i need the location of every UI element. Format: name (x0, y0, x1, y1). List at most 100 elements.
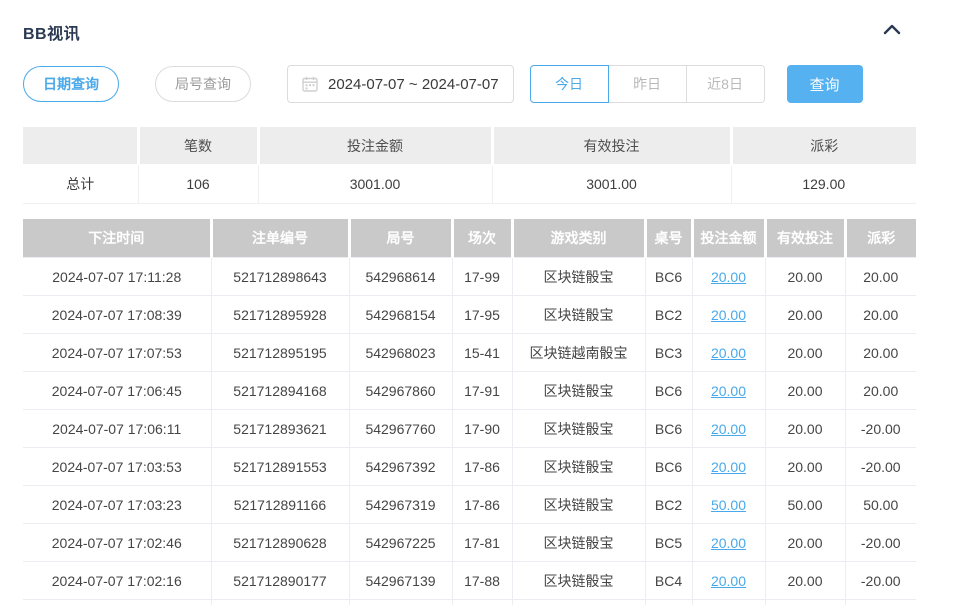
bet-amount-link[interactable]: 20.00 (711, 535, 746, 551)
bet-col-2: 局号 (349, 219, 452, 258)
cell-table-no: BC2 (645, 486, 692, 524)
cell-table-no: BC2 (645, 296, 692, 334)
summary-col-valid-bet: 有效投注 (492, 127, 731, 165)
cell-bet-amount: 20.00 (692, 334, 765, 372)
collapse-panel-button[interactable] (879, 20, 905, 44)
cell-valid-bet: 20.00 (765, 524, 845, 562)
cell-payout: 50.00 (845, 486, 916, 524)
cell-round-no: 542968154 (349, 296, 452, 334)
cell-payout: -20.00 (845, 562, 916, 600)
bet-col-4: 游戏类别 (512, 219, 645, 258)
quick-range-group: 今日昨日近8日 (530, 65, 765, 103)
cell-round-no: 542968023 (349, 334, 452, 372)
summary-col-count: 笔数 (138, 127, 258, 165)
cell-game-type: 区块链骰宝 (512, 372, 645, 410)
cell-order-no: 521712895195 (211, 334, 349, 372)
summary-header-row: 笔数 投注金额 有效投注 派彩 (23, 127, 916, 165)
date-range-value: 2024-07-07 ~ 2024-07-07 (328, 76, 499, 93)
summary-total-valid-bet: 3001.00 (492, 165, 731, 203)
summary-total-count: 106 (138, 165, 258, 203)
cell-game-type: 区块链骰宝 (512, 524, 645, 562)
cell-time: 2024-07-07 17:07:53 (23, 334, 211, 372)
bet-amount-link[interactable]: 20.00 (711, 269, 746, 285)
summary-col-bet-amount: 投注金额 (258, 127, 492, 165)
cell-table-no: BC6 (645, 410, 692, 448)
chevron-up-icon (883, 23, 901, 41)
cell-round-no: 542967392 (349, 448, 452, 486)
cell-valid-bet: 20.00 (765, 334, 845, 372)
page-title: BB视讯 (23, 20, 80, 44)
cell-bet-amount: 20.00 (692, 562, 765, 600)
cell-order-no: 521712898643 (211, 258, 349, 296)
bet-amount-link[interactable]: 20.00 (711, 345, 746, 361)
bet-amount-link[interactable]: 20.00 (711, 459, 746, 475)
bet-col-7: 有效投注 (765, 219, 845, 258)
bet-col-5: 桌号 (645, 219, 692, 258)
cell-payout: -20.00 (845, 524, 916, 562)
cell-valid-bet: 50.00 (765, 486, 845, 524)
table-row: 2024-07-07 17:06:11521712893621542967760… (23, 410, 916, 448)
bet-amount-link[interactable]: 20.00 (711, 307, 746, 323)
bet-table-header-row: 下注时间注单编号局号场次游戏类别桌号投注金额有效投注派彩 (23, 219, 916, 258)
quick-range-0[interactable]: 今日 (530, 65, 609, 103)
cell-bet-amount: 20.00 (692, 258, 765, 296)
cell-bet-amount: 20.00 (692, 448, 765, 486)
cell-session: 17-95 (452, 296, 512, 334)
table-row: 2024-07-07 17:03:53521712891553542967392… (23, 448, 916, 486)
bet-amount-link[interactable]: 50.00 (711, 497, 746, 513)
cell-valid-bet: 20.00 (765, 448, 845, 486)
search-button[interactable]: 查询 (787, 65, 863, 103)
cell-round-no: 542967860 (349, 372, 452, 410)
cell-bet-amount: 20.00 (692, 296, 765, 334)
cell-order-no: 521712890177 (211, 562, 349, 600)
summary-total-payout: 129.00 (731, 165, 916, 203)
cell-time: 2024-07-07 17:06:45 (23, 372, 211, 410)
bet-amount-link[interactable]: 20.00 (711, 421, 746, 437)
cell-session: 17-88 (452, 562, 512, 600)
date-query-tab[interactable]: 日期查询 (23, 66, 119, 102)
cell-round-no: 542967225 (349, 524, 452, 562)
cell-table-no: BC6 (645, 258, 692, 296)
cell-game-type: 区块链骰宝 (512, 410, 645, 448)
cell-game-type: 区块链骰宝 (512, 296, 645, 334)
bet-amount-link[interactable]: 20.00 (711, 383, 746, 399)
cell-bet-amount: 50.00 (692, 486, 765, 524)
cell-table-no: BC6 (645, 448, 692, 486)
cell-time: 2024-07-07 17:02:16 (23, 562, 211, 600)
cell-time: 2024-07-07 17:06:11 (23, 410, 211, 448)
cell-game-type: 区块链越南骰宝 (512, 334, 645, 372)
cell-payout: -20.00 (845, 410, 916, 448)
bet-col-8: 派彩 (845, 219, 916, 258)
cell-bet-amount: 20.00 (692, 410, 765, 448)
table-row: 2024-07-07 17:02:16521712890177542967139… (23, 562, 916, 600)
cell-time: 2024-07-07 17:03:53 (23, 448, 211, 486)
panel-header: BB视讯 (23, 20, 933, 44)
cell-round-no: 542967760 (349, 410, 452, 448)
quick-range-2[interactable]: 近8日 (686, 65, 765, 103)
summary-col-payout: 派彩 (731, 127, 916, 165)
bet-records-table: 下注时间注单编号局号场次游戏类别桌号投注金额有效投注派彩 2024-07-07 … (23, 219, 916, 605)
cell-game-type: 区块链骰宝 (512, 562, 645, 600)
date-range-input[interactable]: 2024-07-07 ~ 2024-07-07 (287, 65, 514, 103)
quick-range-1[interactable]: 昨日 (608, 65, 687, 103)
cell-session: 17-99 (452, 258, 512, 296)
bet-amount-link[interactable]: 20.00 (711, 573, 746, 589)
table-row: 2024-07-07 17:08:39521712895928542968154… (23, 296, 916, 334)
cell-valid-bet: 20.00 (765, 296, 845, 334)
cell-order-no: 521712893621 (211, 410, 349, 448)
summary-total-bet-amount: 3001.00 (258, 165, 492, 203)
cell-round-no: 542967319 (349, 486, 452, 524)
cell-order-no: 521712894168 (211, 372, 349, 410)
bet-col-3: 场次 (452, 219, 512, 258)
cell-table-no: BC3 (645, 334, 692, 372)
cell-payout: 20.00 (845, 258, 916, 296)
cell-bet-amount: 20.00 (692, 524, 765, 562)
cell-order-no: 521712891166 (211, 486, 349, 524)
summary-total-label: 总计 (23, 165, 138, 203)
round-query-tab[interactable]: 局号查询 (155, 66, 251, 102)
cell-table-no: BC4 (645, 562, 692, 600)
cell-time: 2024-07-07 17:02:46 (23, 524, 211, 562)
bet-col-6: 投注金额 (692, 219, 765, 258)
filter-bar: 日期查询 局号查询 2024-07-07 ~ 2024-07-07 今日昨日近8… (23, 65, 933, 103)
summary-total-row: 总计 106 3001.00 3001.00 129.00 (23, 165, 916, 203)
